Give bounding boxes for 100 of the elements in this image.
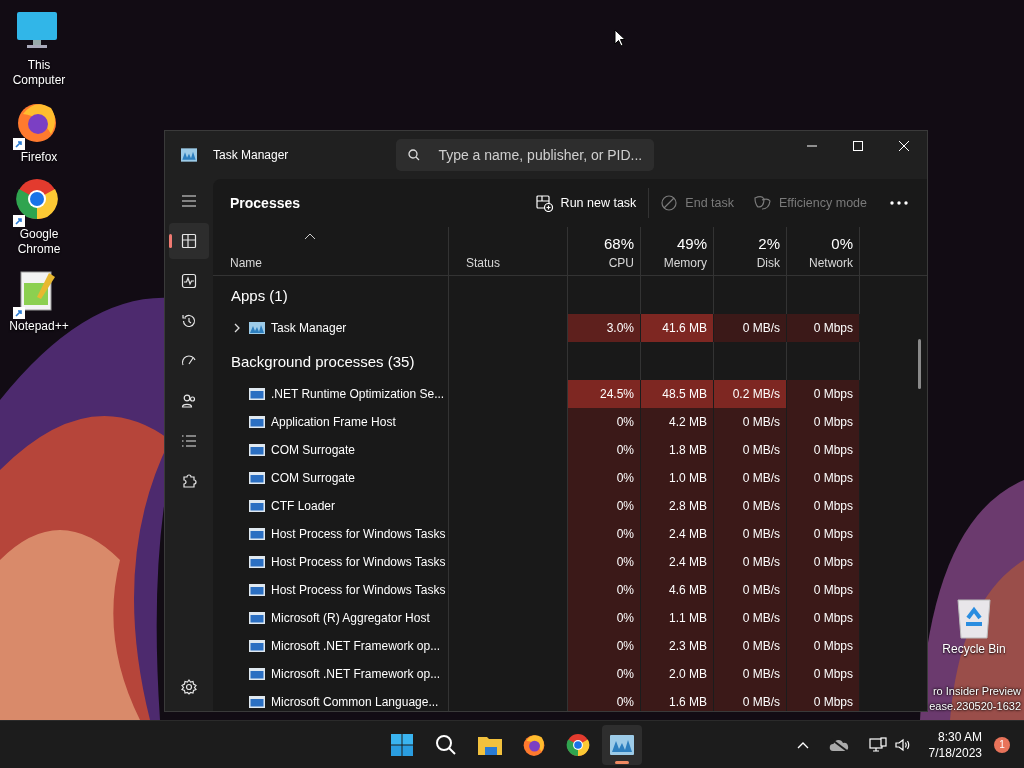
column-label: Memory bbox=[663, 256, 707, 270]
usage-value: 0% bbox=[616, 611, 634, 625]
column-label: Disk bbox=[756, 256, 780, 270]
more-icon bbox=[890, 201, 908, 205]
column-header[interactable]: 2% Disk bbox=[714, 227, 787, 276]
process-window-icon bbox=[249, 416, 265, 428]
shortcut-arrow-icon bbox=[13, 215, 25, 227]
usage-value: 0 MB/s bbox=[742, 499, 780, 513]
process-name-cell[interactable]: COM Surrogate bbox=[213, 436, 449, 464]
column-header[interactable]: Status bbox=[449, 227, 568, 276]
usage-value: 0 MB/s bbox=[742, 415, 780, 429]
time-text: 8:30 AM bbox=[937, 728, 982, 745]
pulse-chart-icon bbox=[181, 273, 197, 289]
process-name: Microsoft .NET Framework op... bbox=[271, 639, 441, 653]
process-name: Host Process for Windows Tasks bbox=[271, 583, 446, 597]
column-header[interactable]: Name bbox=[213, 227, 449, 276]
usage-value: 0% bbox=[616, 527, 634, 541]
usage-value: 4.6 MB bbox=[669, 583, 707, 597]
process-window-icon bbox=[249, 556, 265, 568]
column-header[interactable]: 49% Memory bbox=[641, 227, 714, 276]
search-field[interactable]: Type a name, publisher, or PID... bbox=[396, 139, 655, 171]
usage-value: 0 MB/s bbox=[742, 321, 780, 335]
chart-window-icon bbox=[610, 734, 634, 755]
column-label: CPU bbox=[608, 256, 634, 270]
search-icon bbox=[435, 733, 457, 756]
process-name-cell[interactable]: Task Manager bbox=[213, 314, 449, 342]
process-name-cell[interactable]: .NET Runtime Optimization Se... bbox=[213, 380, 449, 408]
page-title: Processes bbox=[230, 195, 301, 211]
network-icon[interactable] bbox=[868, 736, 887, 753]
usage-value: 0 Mbps bbox=[813, 471, 853, 485]
menu-icon bbox=[181, 193, 197, 209]
process-window-icon bbox=[249, 500, 265, 512]
desktop-shortcut[interactable]: Google Chrome bbox=[0, 177, 78, 257]
usage-value: 0.2 MB/s bbox=[732, 387, 780, 401]
process-window-icon bbox=[249, 640, 265, 652]
desktop-shortcut[interactable]: Firefox bbox=[0, 100, 78, 165]
desktop-shortcut[interactable]: Notepad++ bbox=[0, 269, 78, 334]
firefox-icon bbox=[522, 732, 546, 757]
usage-value: 0 Mbps bbox=[813, 611, 853, 625]
process-name: Task Manager bbox=[271, 321, 347, 335]
shortcut-label: Recycle Bin bbox=[941, 642, 1007, 657]
process-name: .NET Runtime Optimization Se... bbox=[271, 387, 445, 401]
process-name: Microsoft (R) Aggregator Host bbox=[271, 611, 430, 625]
usage-value: 2.3 MB bbox=[669, 639, 707, 653]
usage-value: 1.0 MB bbox=[669, 471, 707, 485]
list-icon bbox=[181, 433, 197, 449]
process-window-icon bbox=[249, 612, 265, 624]
group-header-row[interactable]: Apps (1) bbox=[213, 276, 449, 314]
maximize-icon bbox=[853, 141, 863, 151]
add-window-icon bbox=[535, 194, 553, 212]
column-label: Name bbox=[230, 256, 262, 270]
nav-button[interactable] bbox=[169, 223, 209, 259]
grid-icon bbox=[181, 233, 197, 249]
column-header[interactable]: 68% CPU bbox=[568, 227, 641, 276]
usage-value: 0% bbox=[616, 583, 634, 597]
process-name-cell[interactable]: Host Process for Windows Tasks bbox=[213, 576, 449, 604]
volume-icon[interactable] bbox=[894, 737, 911, 752]
usage-value: 0 Mbps bbox=[813, 667, 853, 681]
usage-value: 2.8 MB bbox=[669, 499, 707, 513]
chevron-up-icon[interactable] bbox=[796, 740, 809, 749]
process-window-icon bbox=[249, 444, 265, 456]
toolbar-button[interactable]: Run new task bbox=[525, 187, 647, 219]
process-name-cell[interactable]: Microsoft Common Language... bbox=[213, 688, 449, 711]
process-name-cell[interactable]: Microsoft (R) Aggregator Host bbox=[213, 604, 449, 632]
usage-value: 4.2 MB bbox=[669, 415, 707, 429]
process-window-icon bbox=[249, 472, 265, 484]
process-name-cell[interactable]: Microsoft .NET Framework op... bbox=[213, 660, 449, 688]
usage-value: 0 MB/s bbox=[742, 639, 780, 653]
process-name: CTF Loader bbox=[271, 499, 336, 513]
taskbar-app-button[interactable] bbox=[602, 724, 642, 765]
column-header[interactable]: 0% Network bbox=[787, 227, 860, 276]
history-icon bbox=[181, 313, 197, 329]
process-name-cell[interactable]: Host Process for Windows Tasks bbox=[213, 520, 449, 548]
usage-value: 0 MB/s bbox=[742, 583, 780, 597]
process-window-icon bbox=[249, 668, 265, 680]
process-name-cell[interactable]: Application Frame Host bbox=[213, 408, 449, 436]
process-name-cell[interactable]: CTF Loader bbox=[213, 492, 449, 520]
sort-caret-icon bbox=[305, 233, 315, 239]
process-name: Host Process for Windows Tasks bbox=[271, 527, 446, 541]
usage-value: 0 Mbps bbox=[813, 443, 853, 457]
process-name-cell[interactable]: Host Process for Windows Tasks bbox=[213, 548, 449, 576]
group-header-row[interactable]: Background processes (35) bbox=[213, 342, 449, 380]
scrollbar-thumb[interactable] bbox=[918, 339, 921, 389]
desktop-shortcut[interactable]: This Computer bbox=[0, 8, 78, 88]
process-name-cell[interactable]: COM Surrogate bbox=[213, 464, 449, 492]
column-total: 0% bbox=[831, 235, 853, 252]
usage-value: 0 Mbps bbox=[813, 415, 853, 429]
process-name-cell[interactable]: Microsoft .NET Framework op... bbox=[213, 632, 449, 660]
clock[interactable]: 8:30 AM 7/18/2023 bbox=[928, 728, 982, 761]
shortcut-label: Firefox bbox=[19, 150, 59, 165]
usage-value: 0 Mbps bbox=[813, 387, 853, 401]
usage-value: 41.6 MB bbox=[662, 321, 707, 335]
cloud-icon[interactable] bbox=[828, 737, 849, 752]
desktop-shortcut[interactable]: Recycle Bin bbox=[932, 596, 1016, 657]
usage-value: 0% bbox=[616, 639, 634, 653]
usage-value: 0 Mbps bbox=[813, 583, 853, 597]
block-icon bbox=[661, 195, 678, 211]
usage-value: 0 Mbps bbox=[813, 555, 853, 569]
usage-value: 0 Mbps bbox=[813, 527, 853, 541]
group-title: Apps (1) bbox=[231, 286, 288, 304]
